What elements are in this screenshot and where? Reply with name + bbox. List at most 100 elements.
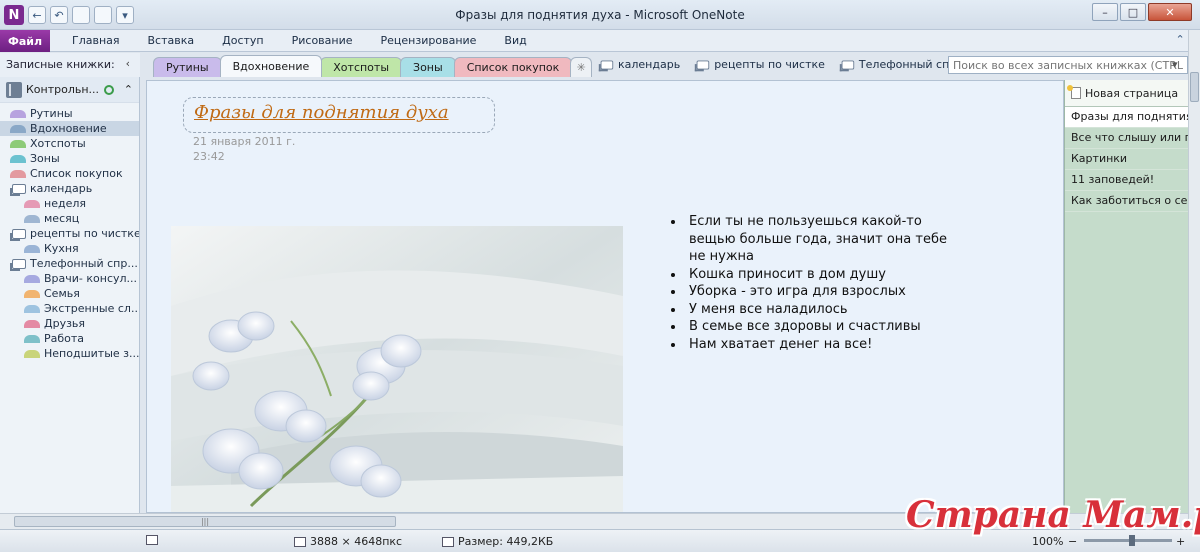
section-group-item[interactable]: календарь: [0, 181, 139, 196]
section-item-label: Зоны: [30, 152, 60, 165]
section-item-label: Семья: [44, 287, 80, 300]
page-tab[interactable]: 11 заповедей!: [1065, 170, 1200, 191]
section-item-label: Рутины: [30, 107, 73, 120]
section-item[interactable]: Рутины: [0, 106, 139, 121]
ribbon-tab-bar: Файл Главная Вставка Доступ Рисование Ре…: [0, 30, 1200, 52]
section-item[interactable]: Неподшитые з...: [0, 346, 139, 361]
bullet-item[interactable]: Кошка приносит в дом душу: [667, 266, 967, 284]
section-item-label: календарь: [30, 182, 93, 195]
section-group-item[interactable]: рецепты по чистке: [0, 226, 139, 241]
page-tab[interactable]: Все что слышу или го: [1065, 128, 1200, 149]
new-page-button[interactable]: Новая страница ▾: [1065, 80, 1200, 107]
page-tab[interactable]: Фразы для поднятия ду: [1065, 107, 1200, 128]
section-item[interactable]: Врачи- консул...: [0, 271, 139, 286]
section-tabs: Рутины Вдохновение Хотспоты Зоны Список поку…: [153, 55, 593, 77]
section-item-label: Неподшитые з...: [44, 347, 139, 360]
section-item-label: Телефонный спр...: [30, 257, 138, 270]
sync-icon: [103, 84, 114, 95]
zoom-out-button[interactable]: −: [1068, 535, 1077, 548]
section-item[interactable]: Зоны: [0, 151, 139, 166]
section-item[interactable]: неделя: [0, 196, 139, 211]
section-tab[interactable]: Зоны: [400, 57, 456, 77]
section-tab[interactable]: Хотспоты: [320, 57, 403, 77]
page-canvas[interactable]: Фразы для поднятия духа 21 января 2011 г…: [146, 80, 1064, 513]
section-tab[interactable]: Рутины: [153, 57, 222, 77]
section-item-label: Хотспоты: [30, 137, 86, 150]
tab-share[interactable]: Доступ: [208, 30, 277, 52]
search-scope-dropdown[interactable]: ▾: [1172, 58, 1178, 71]
section-item-label: Друзья: [44, 317, 86, 330]
bullet-item[interactable]: Нам хватает денег на все!: [667, 336, 967, 354]
page-title-container[interactable]: Фразы для поднятия духа: [183, 97, 495, 133]
section-tab[interactable]: Список покупок: [453, 57, 573, 77]
search-input[interactable]: [948, 56, 1188, 74]
section-item[interactable]: Работа: [0, 331, 139, 346]
tab-home[interactable]: Главная: [58, 30, 134, 52]
tab-view[interactable]: Вид: [490, 30, 540, 52]
bullet-list[interactable]: Если ты не пользуешься какой-то вещью бо…: [667, 213, 967, 353]
section-tab-icon: [10, 169, 26, 178]
fit-window-icon[interactable]: [146, 535, 158, 545]
section-item-label: неделя: [44, 197, 86, 210]
notebook-expand-icon[interactable]: ⌃: [124, 83, 133, 96]
section-item[interactable]: Друзья: [0, 316, 139, 331]
tab-insert[interactable]: Вставка: [134, 30, 209, 52]
section-group-icon: [10, 258, 26, 271]
bullet-item[interactable]: Если ты не пользуешься какой-то вещью бо…: [667, 213, 967, 266]
section-tab-icon: [24, 244, 40, 253]
page-list: Фразы для поднятия ду Все что слышу или г…: [1065, 107, 1200, 212]
image-dimensions: 3888 × 4648пкс: [294, 535, 402, 548]
section-group-item[interactable]: Телефонный спр...: [0, 256, 139, 271]
file-tab[interactable]: Файл: [0, 30, 50, 52]
zoom-in-button[interactable]: +: [1176, 535, 1185, 548]
close-button[interactable]: ✕: [1148, 3, 1192, 21]
section-item[interactable]: Хотспоты: [0, 136, 139, 151]
bullet-item[interactable]: У меня все наладилось: [667, 301, 967, 319]
horizontal-scrollbar[interactable]: |||: [0, 513, 1188, 529]
page-tab[interactable]: Как заботиться о себе: [1065, 191, 1200, 212]
maximize-button[interactable]: □: [1120, 3, 1146, 21]
section-item[interactable]: Список покупок: [0, 166, 139, 181]
tab-review[interactable]: Рецензирование: [367, 30, 491, 52]
add-section-icon[interactable]: ✳: [570, 57, 593, 77]
collapse-nav-icon[interactable]: ‹: [126, 57, 130, 70]
bullet-item[interactable]: Уборка - это игра для взрослых: [667, 283, 967, 301]
section-tab-icon: [24, 319, 40, 328]
page-title[interactable]: Фразы для поднятия духа: [194, 102, 449, 123]
file-size: Размер: 449,2КБ: [442, 535, 553, 548]
minimize-button[interactable]: –: [1092, 3, 1118, 21]
section-item-label: Список покупок: [30, 167, 123, 180]
section-item[interactable]: Семья: [0, 286, 139, 301]
vertical-scrollbar[interactable]: [1188, 30, 1200, 520]
section-item[interactable]: Вдохновение: [0, 121, 139, 136]
page-tabs-pane: Новая страница ▾ Фразы для поднятия дуВс…: [1064, 80, 1200, 513]
section-group-icon: [839, 60, 855, 71]
section-group-link-label: рецепты по чистке: [714, 58, 825, 71]
new-page-label: Новая страница: [1085, 86, 1179, 100]
page-tab[interactable]: Картинки: [1065, 149, 1200, 170]
section-tab-icon: [24, 349, 40, 358]
zoom-percent: 100%: [1032, 535, 1064, 548]
section-tab-icon: [10, 139, 26, 148]
zoom-slider-thumb[interactable]: [1129, 535, 1136, 546]
section-item[interactable]: месяц: [0, 211, 139, 226]
section-group-icon: [598, 60, 614, 71]
section-tab[interactable]: Вдохновение: [219, 55, 323, 77]
vertical-scroll-thumb[interactable]: [1190, 72, 1199, 102]
notebook-item[interactable]: Контрольн... ⌃: [0, 77, 139, 103]
section-group-links: календарь рецепты по чистке Телефонный спр…: [598, 58, 980, 71]
page-time: 23:42: [193, 150, 225, 163]
section-group-link[interactable]: календарь: [598, 58, 680, 71]
window-controls: – □ ✕: [1092, 3, 1192, 21]
section-tab-icon: [10, 109, 26, 118]
section-item[interactable]: Кухня: [0, 241, 139, 256]
zoom-slider[interactable]: [1084, 535, 1172, 546]
section-item[interactable]: Экстренные сл...: [0, 301, 139, 316]
tab-draw[interactable]: Рисование: [278, 30, 367, 52]
flower-photo[interactable]: [171, 226, 623, 512]
horizontal-scroll-thumb[interactable]: |||: [14, 516, 396, 527]
section-group-link[interactable]: рецепты по чистке: [694, 58, 825, 71]
bullet-item[interactable]: В семье все здоровы и счастливы: [667, 318, 967, 336]
notebook-icon: [6, 81, 22, 98]
image-dimensions-label: 3888 × 4648пкс: [310, 535, 403, 548]
